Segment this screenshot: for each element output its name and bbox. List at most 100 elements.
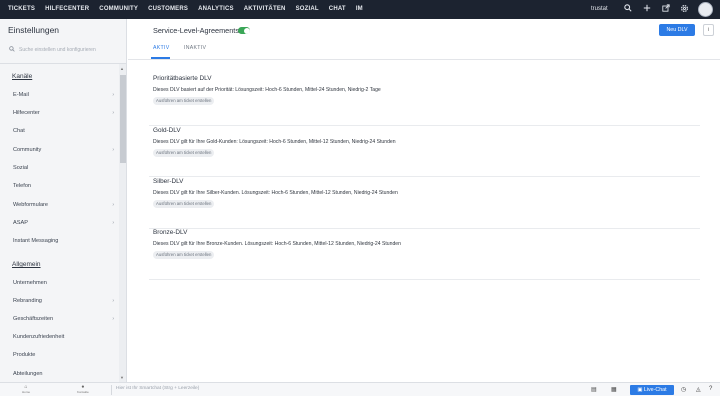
group-allgemein: Allgemein [12,261,41,268]
trigger-badge: Ausführen am ticket erstellen [153,251,215,259]
list-item[interactable]: Gold-DLV Dieses DLV gilt für Ihre Gold-K… [149,126,700,177]
sidebar-item-label: Sozial [13,165,29,171]
sidebar-item-rebranding[interactable]: Rebranding › [13,298,114,304]
sidebar-item-geschaeftszeiten[interactable]: Geschäftszeiten › [13,316,114,322]
sidebar-item-telefon[interactable]: Telefon [13,183,114,189]
tab-inaktiv[interactable]: INAKTIV [184,45,206,51]
search-input[interactable]: Suche einstellen und konfigurieren [19,47,96,53]
sidebar-item-produkte[interactable]: Produkte [13,352,114,358]
sidebar-item-label: Abteilungen [13,371,43,377]
sidebar-item-unternehmen[interactable]: Unternehmen [13,280,114,286]
list-item[interactable]: Prioritätbasierte DLV Dieses DLV basiert… [149,75,700,126]
active-tab-indicator [151,57,170,59]
help-icon[interactable]: ? [709,386,712,392]
nav-tab-sozial[interactable]: SOZIAL [291,0,324,19]
plus-icon[interactable] [641,4,652,15]
sidebar-item-kundenzufriedenheit[interactable]: Kundenzufriedenheit [13,334,114,340]
clock-icon[interactable]: ◷ [681,386,686,393]
nav-tab-community[interactable]: COMMUNITY [94,0,143,19]
sla-description: Dieses DLV gilt für Ihre Bronze-Kunden. … [153,241,401,247]
sidebar-item-label: E-Mail [13,92,29,98]
chevron-right-icon: › [112,147,114,153]
sidebar-scrollbar[interactable]: ▲ ▼ [119,64,126,382]
sidebar-title: Einstellungen [8,25,60,35]
sla-name[interactable]: Prioritätbasierte DLV [153,75,212,82]
group-kanaele: Kanäle [12,73,33,80]
sidebar-item-label: Telefon [13,183,32,189]
sla-name[interactable]: Silber-DLV [153,178,183,185]
sidebar-item-label: Community [13,147,42,153]
sla-header: Service-Level-Agreements AKTIV INAKTIV N… [128,19,720,60]
scroll-down-icon[interactable]: ▼ [120,375,124,380]
sidebar-item-chat[interactable]: Chat [13,128,114,134]
sla-list: Prioritätbasierte DLV Dieses DLV basiert… [128,60,720,382]
sidebar-item-label: Rebranding [13,298,42,304]
chevron-right-icon: › [112,202,114,208]
sla-name[interactable]: Gold-DLV [153,127,181,134]
bottom-bar: ⌂ Home ● Kontakte Hier ist Ihr Smartchat… [0,382,720,396]
sla-description: Dieses DLV basiert auf der Priorität: Lö… [153,87,381,93]
nav-tab-aktivitaeten[interactable]: AKTIVITÄTEN [239,0,291,19]
sidebar-item-label: Geschäftszeiten [13,316,54,322]
chevron-right-icon: › [112,316,114,322]
chevron-right-icon: › [112,92,114,98]
sidebar-item-webformulare[interactable]: Webformulare › [13,202,114,208]
sidebar-item-asap[interactable]: ASAP › [13,220,114,226]
chevron-right-icon: › [112,220,114,226]
chevron-right-icon: › [112,298,114,304]
sidebar-item-label: Webformulare [13,202,49,208]
search-icon[interactable] [622,4,633,15]
nav-tab-hilfecenter[interactable]: HILFECENTER [40,0,94,19]
trigger-badge: Ausführen am ticket erstellen [153,149,215,157]
sidebar-item-abteilungen[interactable]: Abteilungen [13,371,114,377]
sidebar-item-label: Produkte [13,352,36,358]
sidebar-item-label: Chat [13,128,25,134]
scrollbar-thumb[interactable] [120,75,126,163]
tab-aktiv[interactable]: AKTIV [153,45,170,51]
nav-tab-chat[interactable]: CHAT [324,0,351,19]
avatar[interactable] [698,2,713,17]
divider [111,385,112,395]
nav-tab-analytics[interactable]: ANALYTICS [193,0,239,19]
portal-name[interactable]: trustat [591,0,608,19]
gear-icon[interactable] [679,4,690,15]
sidebar-item-sozial[interactable]: Sozial [13,165,114,171]
smartchat-input[interactable]: Hier ist Ihr Smartchat (Strg + Leerzeile… [116,386,199,391]
nav-tab-im[interactable]: IM [351,0,368,19]
bell-icon[interactable]: ◬ [696,386,701,393]
list-item[interactable]: Silber-DLV Dieses DLV gilt für Ihre Silb… [149,178,700,229]
nav-tab-customers[interactable]: CUSTOMERS [143,0,193,19]
calendar-icon[interactable]: ▦ [611,386,617,393]
sidebar-item-email[interactable]: E-Mail › [13,92,114,98]
settings-sidebar: Einstellungen Suche einstellen und konfi… [0,19,127,382]
sidebar-item-label: Hilfecenter [13,110,40,116]
sla-description: Dieses DLV gilt für Ihre Silber-Kunden. … [153,190,398,196]
external-link-icon[interactable] [660,4,671,15]
contacts-label: Kontakte [77,390,89,394]
sidebar-item-label: Unternehmen [13,280,47,286]
home-button[interactable]: ⌂ Home [22,384,30,394]
contacts-button[interactable]: ● Kontakte [77,384,89,394]
page-title: Service-Level-Agreements [153,26,239,35]
live-chat-label: Live-Chat [643,387,667,393]
keyboard-icon[interactable]: ▤ [591,386,597,393]
search-icon [9,46,15,54]
nav-tabs: TICKETS HILFECENTER COMMUNITY CUSTOMERS … [0,0,368,19]
sidebar-item-instant-messaging[interactable]: Instant Messaging [13,238,114,244]
divider [0,63,126,64]
sidebar-item-community[interactable]: Community › [13,147,114,153]
sla-enabled-toggle[interactable] [238,27,250,34]
settings-search[interactable]: Suche einstellen und konfigurieren [6,43,119,57]
nav-tab-tickets[interactable]: TICKETS [0,0,40,19]
new-sla-button[interactable]: Neu DLV [659,24,695,36]
sla-name[interactable]: Bronze-DLV [153,229,187,236]
home-label: Home [22,390,31,394]
trigger-badge: Ausführen am ticket erstellen [153,97,215,105]
sidebar-item-hilfecenter[interactable]: Hilfecenter › [13,110,114,116]
sidebar-item-label: Instant Messaging [13,238,59,244]
info-icon[interactable]: i [703,24,714,36]
sidebar-item-label: Kundenzufriedenheit [13,334,65,340]
scroll-up-icon[interactable]: ▲ [120,66,124,71]
live-chat-button[interactable]: ▣ Live-Chat [630,385,674,395]
list-item[interactable]: Bronze-DLV Dieses DLV gilt für Ihre Bron… [149,229,700,280]
